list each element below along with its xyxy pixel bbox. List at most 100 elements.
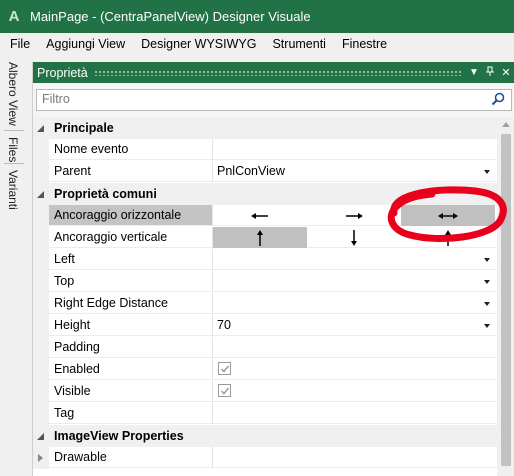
search-input[interactable] <box>37 90 472 108</box>
tab-varianti[interactable]: Varianti <box>6 170 20 210</box>
arrow-left-icon <box>251 212 268 219</box>
chevron-down-icon[interactable] <box>484 302 490 306</box>
property-row-height[interactable]: Height 70 <box>33 315 497 337</box>
window-title: MainPage - (CentraPanelView) Designer Vi… <box>30 9 311 24</box>
property-value-nome-evento[interactable] <box>213 139 497 160</box>
pin-icon[interactable] <box>483 66 497 80</box>
property-row-ancoraggio-verticale[interactable]: Ancoraggio verticale <box>33 227 497 249</box>
title-bar: A MainPage - (CentraPanelView) Designer … <box>0 0 514 33</box>
property-name: Enabled <box>49 359 213 380</box>
property-row-right-edge-distance[interactable]: Right Edge Distance <box>33 293 497 315</box>
property-name: Drawable <box>49 447 213 468</box>
tab-files[interactable]: Files <box>6 137 20 162</box>
enabled-value <box>213 359 497 380</box>
anchor-bottom-button[interactable] <box>307 227 401 248</box>
check-icon <box>220 387 230 395</box>
properties-panel: Proprietà ▼ ✕ Principale Nome evento <box>32 62 514 476</box>
property-row-tag[interactable]: Tag <box>33 403 497 425</box>
expand-icon[interactable] <box>38 454 43 462</box>
scroll-up-icon[interactable] <box>502 122 510 127</box>
anchor-left-button[interactable] <box>213 205 307 226</box>
property-row-parent[interactable]: Parent PnlConView <box>33 161 497 183</box>
height-value: 70 <box>217 318 231 332</box>
property-name: Ancoraggio verticale <box>49 227 213 248</box>
arrow-right-icon <box>346 212 363 219</box>
search-bar <box>33 83 514 115</box>
panel-title: Proprietà <box>37 65 88 80</box>
search-box <box>36 89 512 111</box>
tab-albero-view[interactable]: Albero View <box>6 62 20 126</box>
property-row-ancoraggio-orizzontale[interactable]: Ancoraggio orizzontale <box>33 205 497 227</box>
property-row-nome-evento[interactable]: Nome evento <box>33 139 497 161</box>
menu-finestre[interactable]: Finestre <box>334 33 395 55</box>
dropdown-icon[interactable]: ▼ <box>467 67 481 78</box>
collapse-icon[interactable] <box>37 125 44 132</box>
category-imageview-properties[interactable]: ImageView Properties <box>33 425 497 447</box>
property-name: Visible <box>49 381 213 402</box>
chevron-down-icon[interactable] <box>484 258 490 262</box>
property-name: Left <box>49 249 213 270</box>
property-value-drawable[interactable] <box>213 447 497 468</box>
chevron-down-icon[interactable] <box>484 170 490 174</box>
property-row-top[interactable]: Top <box>33 271 497 293</box>
menu-aggiungi-view[interactable]: Aggiungi View <box>38 33 133 55</box>
menu-file[interactable]: File <box>0 33 38 55</box>
category-label: Principale <box>54 121 114 135</box>
menu-strumenti[interactable]: Strumenti <box>264 33 334 55</box>
arrow-both-icon <box>438 212 458 219</box>
category-label: ImageView Properties <box>54 429 184 443</box>
left-dropdown[interactable] <box>213 249 497 270</box>
search-icon[interactable] <box>491 92 505 106</box>
menu-designer-wysiwyg[interactable]: Designer WYSIWYG <box>133 33 264 55</box>
check-icon <box>220 365 230 373</box>
property-name: Right Edge Distance <box>49 293 213 314</box>
category-label: Proprietà comuni <box>54 187 157 201</box>
visible-value <box>213 381 497 402</box>
arrow-up-icon <box>445 229 451 246</box>
property-row-left[interactable]: Left <box>33 249 497 271</box>
property-row-visible[interactable]: Visible <box>33 381 497 403</box>
property-row-enabled[interactable]: Enabled <box>33 359 497 381</box>
property-name: Parent <box>49 161 213 182</box>
property-name: Ancoraggio orizzontale <box>49 205 213 226</box>
height-dropdown[interactable]: 70 <box>213 315 497 336</box>
top-dropdown[interactable] <box>213 271 497 292</box>
collapse-icon[interactable] <box>37 191 44 198</box>
anchor-top-button[interactable] <box>213 227 307 248</box>
chevron-down-icon[interactable] <box>484 280 490 284</box>
property-name: Height <box>49 315 213 336</box>
property-name: Nome evento <box>49 139 213 160</box>
tab-divider <box>4 130 24 131</box>
anchor-right-button[interactable] <box>307 205 401 226</box>
right-edge-dropdown[interactable] <box>213 293 497 314</box>
horizontal-anchor-selector <box>213 205 497 226</box>
vertical-scrollbar[interactable] <box>497 117 514 476</box>
tab-divider <box>4 163 24 164</box>
enabled-checkbox[interactable] <box>218 362 231 375</box>
app-icon: A <box>8 7 20 25</box>
visible-checkbox[interactable] <box>218 384 231 397</box>
parent-dropdown[interactable]: PnlConView <box>213 161 497 182</box>
property-value-padding[interactable] <box>213 337 497 358</box>
chevron-down-icon[interactable] <box>484 324 490 328</box>
arrow-up-icon <box>257 229 263 246</box>
anchor-both-button[interactable] <box>401 205 495 226</box>
collapse-icon[interactable] <box>37 433 44 440</box>
property-name: Tag <box>49 403 213 424</box>
category-proprieta-comuni[interactable]: Proprietà comuni <box>33 183 497 205</box>
property-value-tag[interactable] <box>213 403 497 424</box>
property-name: Padding <box>49 337 213 358</box>
close-icon[interactable]: ✕ <box>499 66 513 79</box>
scrollbar-thumb[interactable] <box>501 134 511 466</box>
vertical-anchor-selector <box>213 227 497 248</box>
property-row-drawable[interactable]: Drawable <box>33 447 497 469</box>
category-principale[interactable]: Principale <box>33 117 497 139</box>
property-row-padding[interactable]: Padding <box>33 337 497 359</box>
parent-value: PnlConView <box>217 164 285 178</box>
property-name: Top <box>49 271 213 292</box>
property-grid: Principale Nome evento Parent PnlConView… <box>33 117 497 476</box>
anchor-vertical-both-button[interactable] <box>401 227 495 248</box>
menu-bar: File Aggiungi View Designer WYSIWYG Stru… <box>0 33 514 55</box>
drag-grip[interactable] <box>93 69 461 76</box>
arrow-down-icon <box>351 229 357 246</box>
